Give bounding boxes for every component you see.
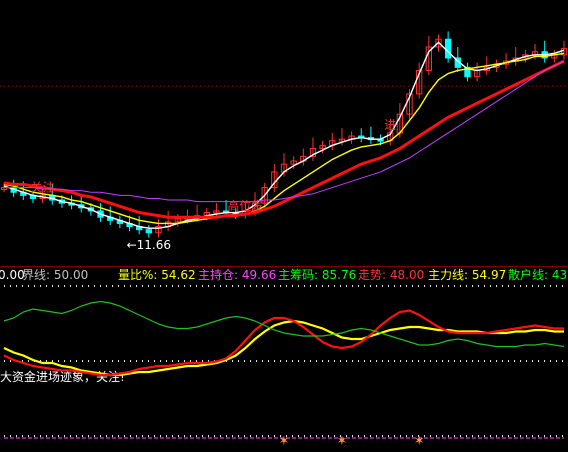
indicator-header-item: 散户线: 43.2	[508, 267, 568, 282]
indicator-series	[3, 309, 564, 377]
candle-body	[145, 229, 152, 234]
chart-annotation: 进	[384, 118, 396, 132]
signal-marker-icon: ✶	[336, 434, 347, 449]
series-ma-red	[3, 59, 565, 219]
indicator-header-item: 量比%: 54.62	[118, 268, 196, 282]
candle-body	[444, 38, 452, 59]
chart-stage: 关注 ←11.66 高位发 进 0.00 界线: 50.00 量比%: 54.62 主持仓: …	[0, 0, 568, 452]
chart-annotation: 关注	[31, 179, 55, 194]
indicator-series	[3, 300, 565, 348]
chart-annotation: 高位发	[227, 198, 263, 213]
indicator-header-item: 主力线: 54.97	[428, 268, 506, 282]
chart-annotation: ←11.66	[127, 238, 171, 252]
indicator-header-item: 主筹码: 85.76	[278, 268, 356, 282]
indicator-header-item: 0.00	[0, 268, 25, 282]
series-ma-purple	[4, 60, 565, 203]
stock-chart: 关注 ←11.66 高位发 进 0.00界线: 50.00 量比%: 54.62 主持仓: …	[0, 31, 568, 449]
indicator-header-item: 界线: 50.00	[22, 268, 88, 282]
signal-marker-icon: ✶	[414, 434, 425, 449]
indicator-header-item: 主持仓: 49.66	[198, 267, 276, 282]
signal-marker-icon: ✶	[279, 434, 290, 449]
indicator-series	[3, 319, 564, 377]
indicator-header-item: 走势: 48.00	[358, 268, 424, 282]
